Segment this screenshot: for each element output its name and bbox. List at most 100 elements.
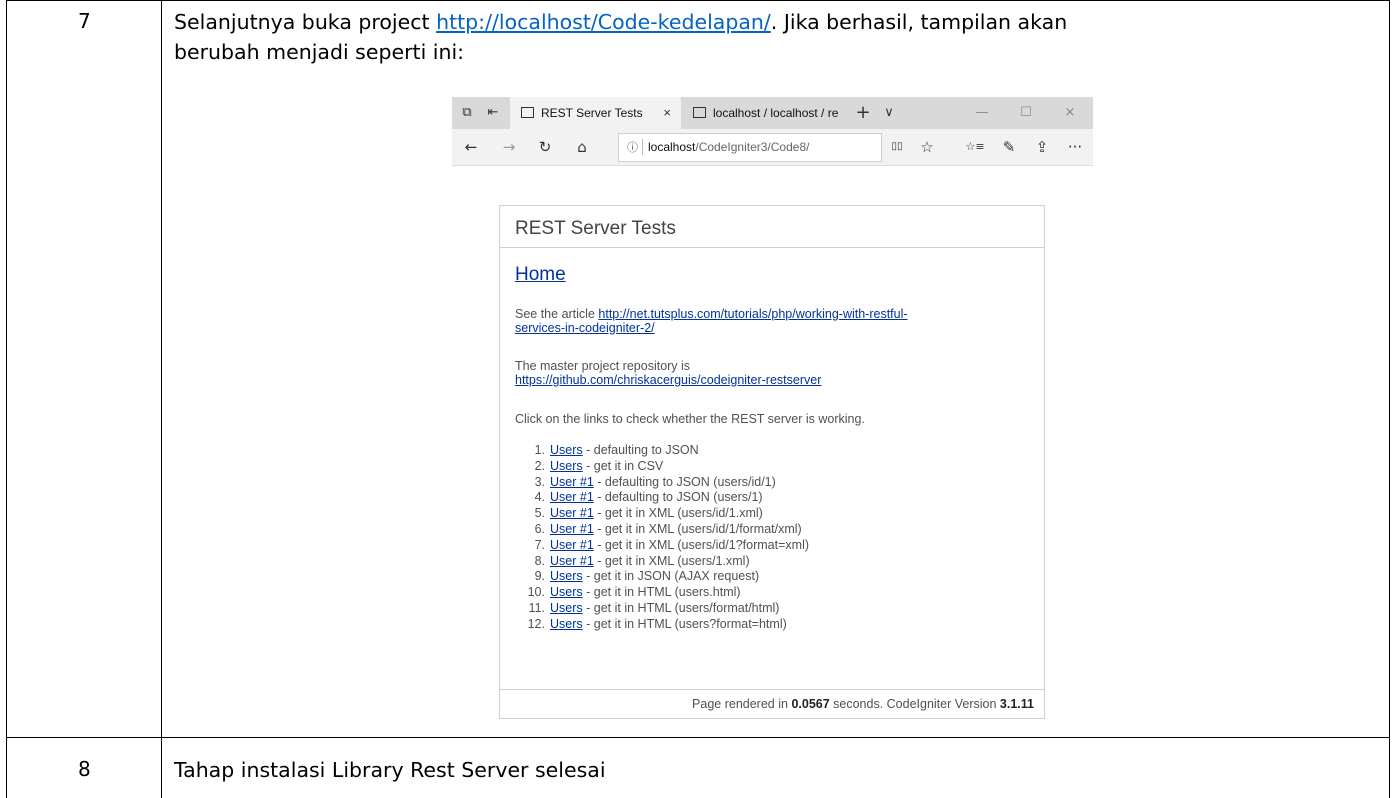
reading-view-icon[interactable]: ▯▯ [886, 136, 908, 158]
tab-title: localhost / localhost / re [713, 106, 839, 120]
step-text: Selanjutnya buka project [174, 10, 437, 34]
notes-pen-icon[interactable]: ✎ [998, 136, 1020, 158]
test-link[interactable]: User #1 [550, 554, 594, 568]
test-link[interactable]: Users [550, 443, 583, 457]
panel-header: REST Server Tests [500, 206, 1044, 248]
tab-preview-icon[interactable]: ⧉ [458, 104, 476, 122]
test-description: - get it in HTML (users/format/html) [582, 600, 780, 615]
test-link[interactable]: User #1 [550, 490, 594, 504]
test-description: - defaulting to JSON [582, 443, 699, 457]
url-host: localhost [648, 140, 696, 154]
tab-localhost[interactable]: localhost / localhost / re [682, 97, 848, 129]
project-link[interactable]: http://localhost/Code-kedelapan/ [436, 10, 771, 34]
render-time: 0.0567 [791, 697, 830, 711]
list-number: 6. [534, 521, 545, 536]
list-number: 4. [534, 490, 545, 505]
test-description: - defaulting to JSON (users/1) [593, 490, 763, 505]
article-link[interactable]: services-in-codeigniter-2/ [515, 321, 655, 335]
step-instruction: Selanjutnya buka project http://localhos… [174, 7, 1374, 67]
article-link[interactable]: http://net.tutsplus.com/tutorials/php/wo… [598, 307, 907, 321]
chevron-down-icon[interactable]: ∨ [880, 104, 898, 122]
list-item: 9. Users - get it in JSON (AJAX request) [515, 569, 809, 585]
set-aside-icon[interactable]: ⇤ [484, 104, 502, 122]
test-link[interactable]: User #1 [550, 506, 594, 520]
list-item: 5. User #1 - get it in XML (users/id/1.xm… [515, 506, 809, 522]
navigation-toolbar: ← → ↻ ⌂ ⓘ localhost/CodeIgniter3/Code8/ … [452, 129, 1093, 166]
refresh-icon[interactable]: ↻ [534, 136, 556, 158]
list-item: 8. User #1 - get it in XML (users/1.xml) [515, 554, 809, 570]
panel-footer: Page rendered in 0.0567 seconds. CodeIgn… [500, 689, 1044, 719]
favorites-hub-icon[interactable]: ☆≡ [964, 136, 986, 158]
content-panel: REST Server Tests Home See the article h… [499, 205, 1045, 719]
home-link[interactable]: Home [515, 264, 566, 286]
test-link[interactable]: Users [550, 601, 583, 615]
tab-bar: ⧉ ⇤ REST Server Tests × localhost / loca… [452, 97, 1093, 129]
row-number: 7 [78, 9, 91, 33]
close-icon[interactable]: × [663, 97, 671, 129]
list-item: 3. User #1 - defaulting to JSON (users/id… [515, 475, 809, 491]
minimize-button[interactable]: — [962, 97, 1002, 129]
list-item: 10. Users - get it in HTML (users.html) [515, 585, 809, 601]
tab-rest-server-tests[interactable]: REST Server Tests × [510, 97, 681, 129]
test-description: - get it in XML (users/id/1?format=xml) [593, 537, 810, 552]
test-description: - get it in XML (users/id/1/format/xml) [593, 521, 802, 536]
home-icon[interactable]: ⌂ [571, 136, 593, 158]
test-link[interactable]: Users [550, 617, 583, 631]
page-title: REST Server Tests [515, 218, 676, 239]
tab-page-icon [693, 107, 706, 119]
test-description: - get it in CSV [582, 458, 664, 473]
step-text: . Jika berhasil, tampilan akan [770, 10, 1068, 34]
favorite-star-icon[interactable]: ☆ [916, 136, 938, 158]
list-number: 1. [534, 443, 545, 457]
version-number: 3.1.11 [999, 697, 1034, 711]
list-number: 2. [534, 458, 545, 473]
maximize-button[interactable]: ☐ [1006, 97, 1046, 129]
list-number: 7. [534, 537, 545, 552]
footer-text: Page rendered in 0.0567 seconds. CodeIgn… [692, 697, 1034, 711]
url-path: /CodeIgniter3/Code8/ [695, 140, 810, 154]
list-number: 3. [534, 474, 545, 489]
footer-label: Page rendered in [692, 697, 792, 711]
test-link[interactable]: User #1 [550, 538, 594, 552]
article-paragraph: See the article http://net.tutsplus.com/… [515, 307, 1015, 335]
tab-title: REST Server Tests [541, 106, 643, 120]
list-item: 4. User #1 - defaulting to JSON (users/1) [515, 490, 809, 506]
list-number: 8. [534, 553, 545, 568]
share-icon[interactable]: ⇪ [1031, 136, 1053, 158]
address-bar[interactable]: ⓘ localhost/CodeIgniter3/Code8/ [618, 133, 882, 162]
article-text: See the article [515, 307, 599, 321]
tab-page-icon [521, 107, 534, 119]
list-number: 10. [527, 585, 545, 600]
test-description: - get it in HTML (users?format=html) [582, 616, 787, 631]
test-description: - get it in HTML (users.html) [582, 585, 741, 600]
test-link[interactable]: User #1 [550, 522, 594, 536]
browser-screenshot: ⧉ ⇤ REST Server Tests × localhost / loca… [452, 97, 1093, 725]
repo-paragraph: The master project repository is https:/… [515, 359, 1015, 387]
test-list: 1. Users - defaulting to JSON 2. Users - ge… [515, 443, 809, 633]
list-item: 12. Users - get it in HTML (users?format=… [515, 617, 809, 633]
footer-label: seconds. CodeIgniter Version [829, 697, 1000, 711]
step-text: berubah menjadi seperti ini: [174, 40, 465, 64]
address-divider [642, 139, 643, 155]
list-number: 9. [534, 569, 545, 584]
new-tab-button[interactable]: + [854, 104, 872, 122]
forward-icon[interactable]: → [498, 136, 520, 158]
list-number: 12. [527, 616, 545, 631]
test-description: - defaulting to JSON (users/id/1) [593, 474, 776, 489]
back-icon[interactable]: ← [460, 136, 482, 158]
test-link[interactable]: User #1 [550, 475, 594, 489]
test-link[interactable]: Users [550, 585, 583, 599]
step-instruction: Tahap instalasi Library Rest Server sele… [174, 758, 606, 782]
window-close-button[interactable]: × [1050, 97, 1090, 129]
test-description: - get it in XML (users/id/1.xml) [593, 506, 763, 521]
repo-link[interactable]: https://github.com/chriskacerguis/codeig… [515, 373, 821, 387]
list-item: 2. Users - get it in CSV [515, 459, 809, 475]
list-item: 1. Users - defaulting to JSON [515, 443, 809, 459]
list-number: 5. [534, 506, 545, 521]
row-number: 8 [78, 757, 91, 781]
list-item: 11. Users - get it in HTML (users/format/… [515, 601, 809, 617]
more-icon[interactable]: ··· [1064, 136, 1086, 158]
info-icon[interactable]: ⓘ [627, 139, 638, 155]
test-link[interactable]: Users [550, 459, 583, 473]
test-link[interactable]: Users [550, 569, 583, 583]
